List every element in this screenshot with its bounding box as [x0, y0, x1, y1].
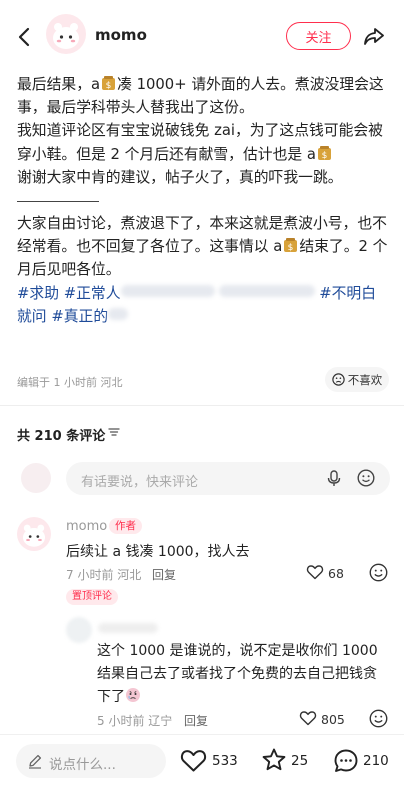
separator-line	[17, 189, 389, 212]
svg-text:$: $	[322, 151, 328, 161]
bottom-divider	[0, 734, 404, 735]
post-tags: #求助 #正常人 #不明白就问 #真正的	[17, 282, 389, 328]
comment-author-avatar[interactable]	[17, 517, 51, 551]
comment-text: 后续让 a 钱凑 1000，找人去	[66, 544, 250, 560]
frown-face-icon	[332, 373, 345, 386]
like-count: 805	[321, 712, 345, 727]
sort-icon[interactable]	[107, 425, 121, 439]
tag-link[interactable]: #求助	[17, 285, 59, 302]
back-arrow-icon[interactable]	[14, 26, 36, 48]
emoji-reaction-icon[interactable]	[369, 563, 388, 582]
author-badge: 作者	[109, 518, 142, 534]
comment-time-location: 7 小时前 河北	[66, 568, 142, 582]
post-paragraph-3: 谢谢大家中肯的建议，帖子火了，真的吓我一跳。	[17, 168, 343, 186]
money-bag-icon: $	[102, 76, 116, 91]
blurred-text	[108, 307, 129, 320]
post-paragraph-2: 我知道评论区有宝宝说破钱免 zai，为了这点钱可能会被穿小鞋。但是 2 个月后还…	[17, 122, 383, 163]
svg-text:$: $	[288, 243, 294, 253]
post-comment-count: 210	[363, 753, 389, 769]
author-avatar[interactable]	[46, 14, 86, 54]
tag-link[interactable]: #正常人	[64, 285, 121, 302]
post-paragraph-4: 大家自由讨论，煮波退下了，本来这就是煮波小号，也不经常看。也不回复了各位了。这事…	[17, 215, 388, 279]
post-body: 最后结果，a $ 凑 1000+ 请外面的人去。煮波没理会这事，最后学科带头人替我出…	[17, 73, 389, 328]
dislike-label: 不喜欢	[347, 372, 383, 387]
post-paragraph-1: 最后结果，a $ 凑 1000+ 请外面的人去。煮波没理会这事，最后学科带头人替我出…	[17, 76, 384, 117]
like-heart-icon[interactable]	[180, 748, 207, 773]
emoji-icon[interactable]	[357, 469, 375, 487]
blurred-text	[120, 284, 215, 297]
avatar-cartoon-icon	[53, 23, 79, 49]
section-divider	[0, 405, 404, 406]
avatar-cartoon-icon	[22, 524, 46, 547]
microphone-icon[interactable]	[326, 470, 342, 487]
heart-icon[interactable]	[299, 709, 317, 727]
svg-text:$: $	[106, 81, 112, 91]
post-like-count: 533	[212, 753, 238, 769]
comments-count: 共 210 条评论	[17, 429, 106, 444]
post-star-count: 25	[291, 753, 309, 769]
comment-bubble-icon[interactable]	[333, 748, 359, 774]
share-icon[interactable]	[363, 25, 385, 47]
comment-author-name[interactable]: momo	[66, 519, 107, 534]
author-name[interactable]: momo	[95, 26, 147, 44]
blurred-username	[98, 623, 158, 633]
money-bag-icon: $	[317, 145, 331, 161]
emoji-reaction-icon[interactable]	[369, 709, 388, 728]
like-count: 68	[328, 566, 344, 581]
pencil-icon	[29, 754, 42, 769]
tag-link[interactable]: #真正的	[51, 308, 108, 325]
pinned-comment-badge: 置顶评论	[66, 589, 118, 605]
reply-time-location: 5 小时前 辽宁	[97, 714, 173, 728]
follow-button[interactable]: 关注	[286, 22, 351, 50]
reply-author-avatar[interactable]	[66, 617, 92, 643]
current-user-avatar	[21, 463, 51, 493]
heart-icon[interactable]	[306, 563, 324, 581]
reply-text: 这个 1000 是谁说的，说不定是收你们 1000 结果自己去了或者找了个免费的…	[97, 643, 378, 705]
crying-face-icon	[126, 688, 140, 702]
money-bag-icon: $	[284, 238, 298, 253]
tag-link[interactable]: 就问	[17, 308, 47, 325]
bottom-input-placeholder: 说点什么...	[49, 757, 116, 773]
blurred-text	[218, 284, 315, 297]
edited-timestamp: 编辑于 1 小时前 河北	[17, 376, 123, 389]
reply-button[interactable]: 回复	[152, 566, 176, 583]
reply-button[interactable]: 回复	[184, 712, 208, 729]
tag-link[interactable]: #不明白	[319, 285, 376, 302]
star-icon[interactable]	[261, 747, 287, 773]
dislike-button[interactable]: 不喜欢	[325, 367, 389, 392]
comment-input-placeholder: 有话要说，快来评论	[81, 475, 199, 490]
